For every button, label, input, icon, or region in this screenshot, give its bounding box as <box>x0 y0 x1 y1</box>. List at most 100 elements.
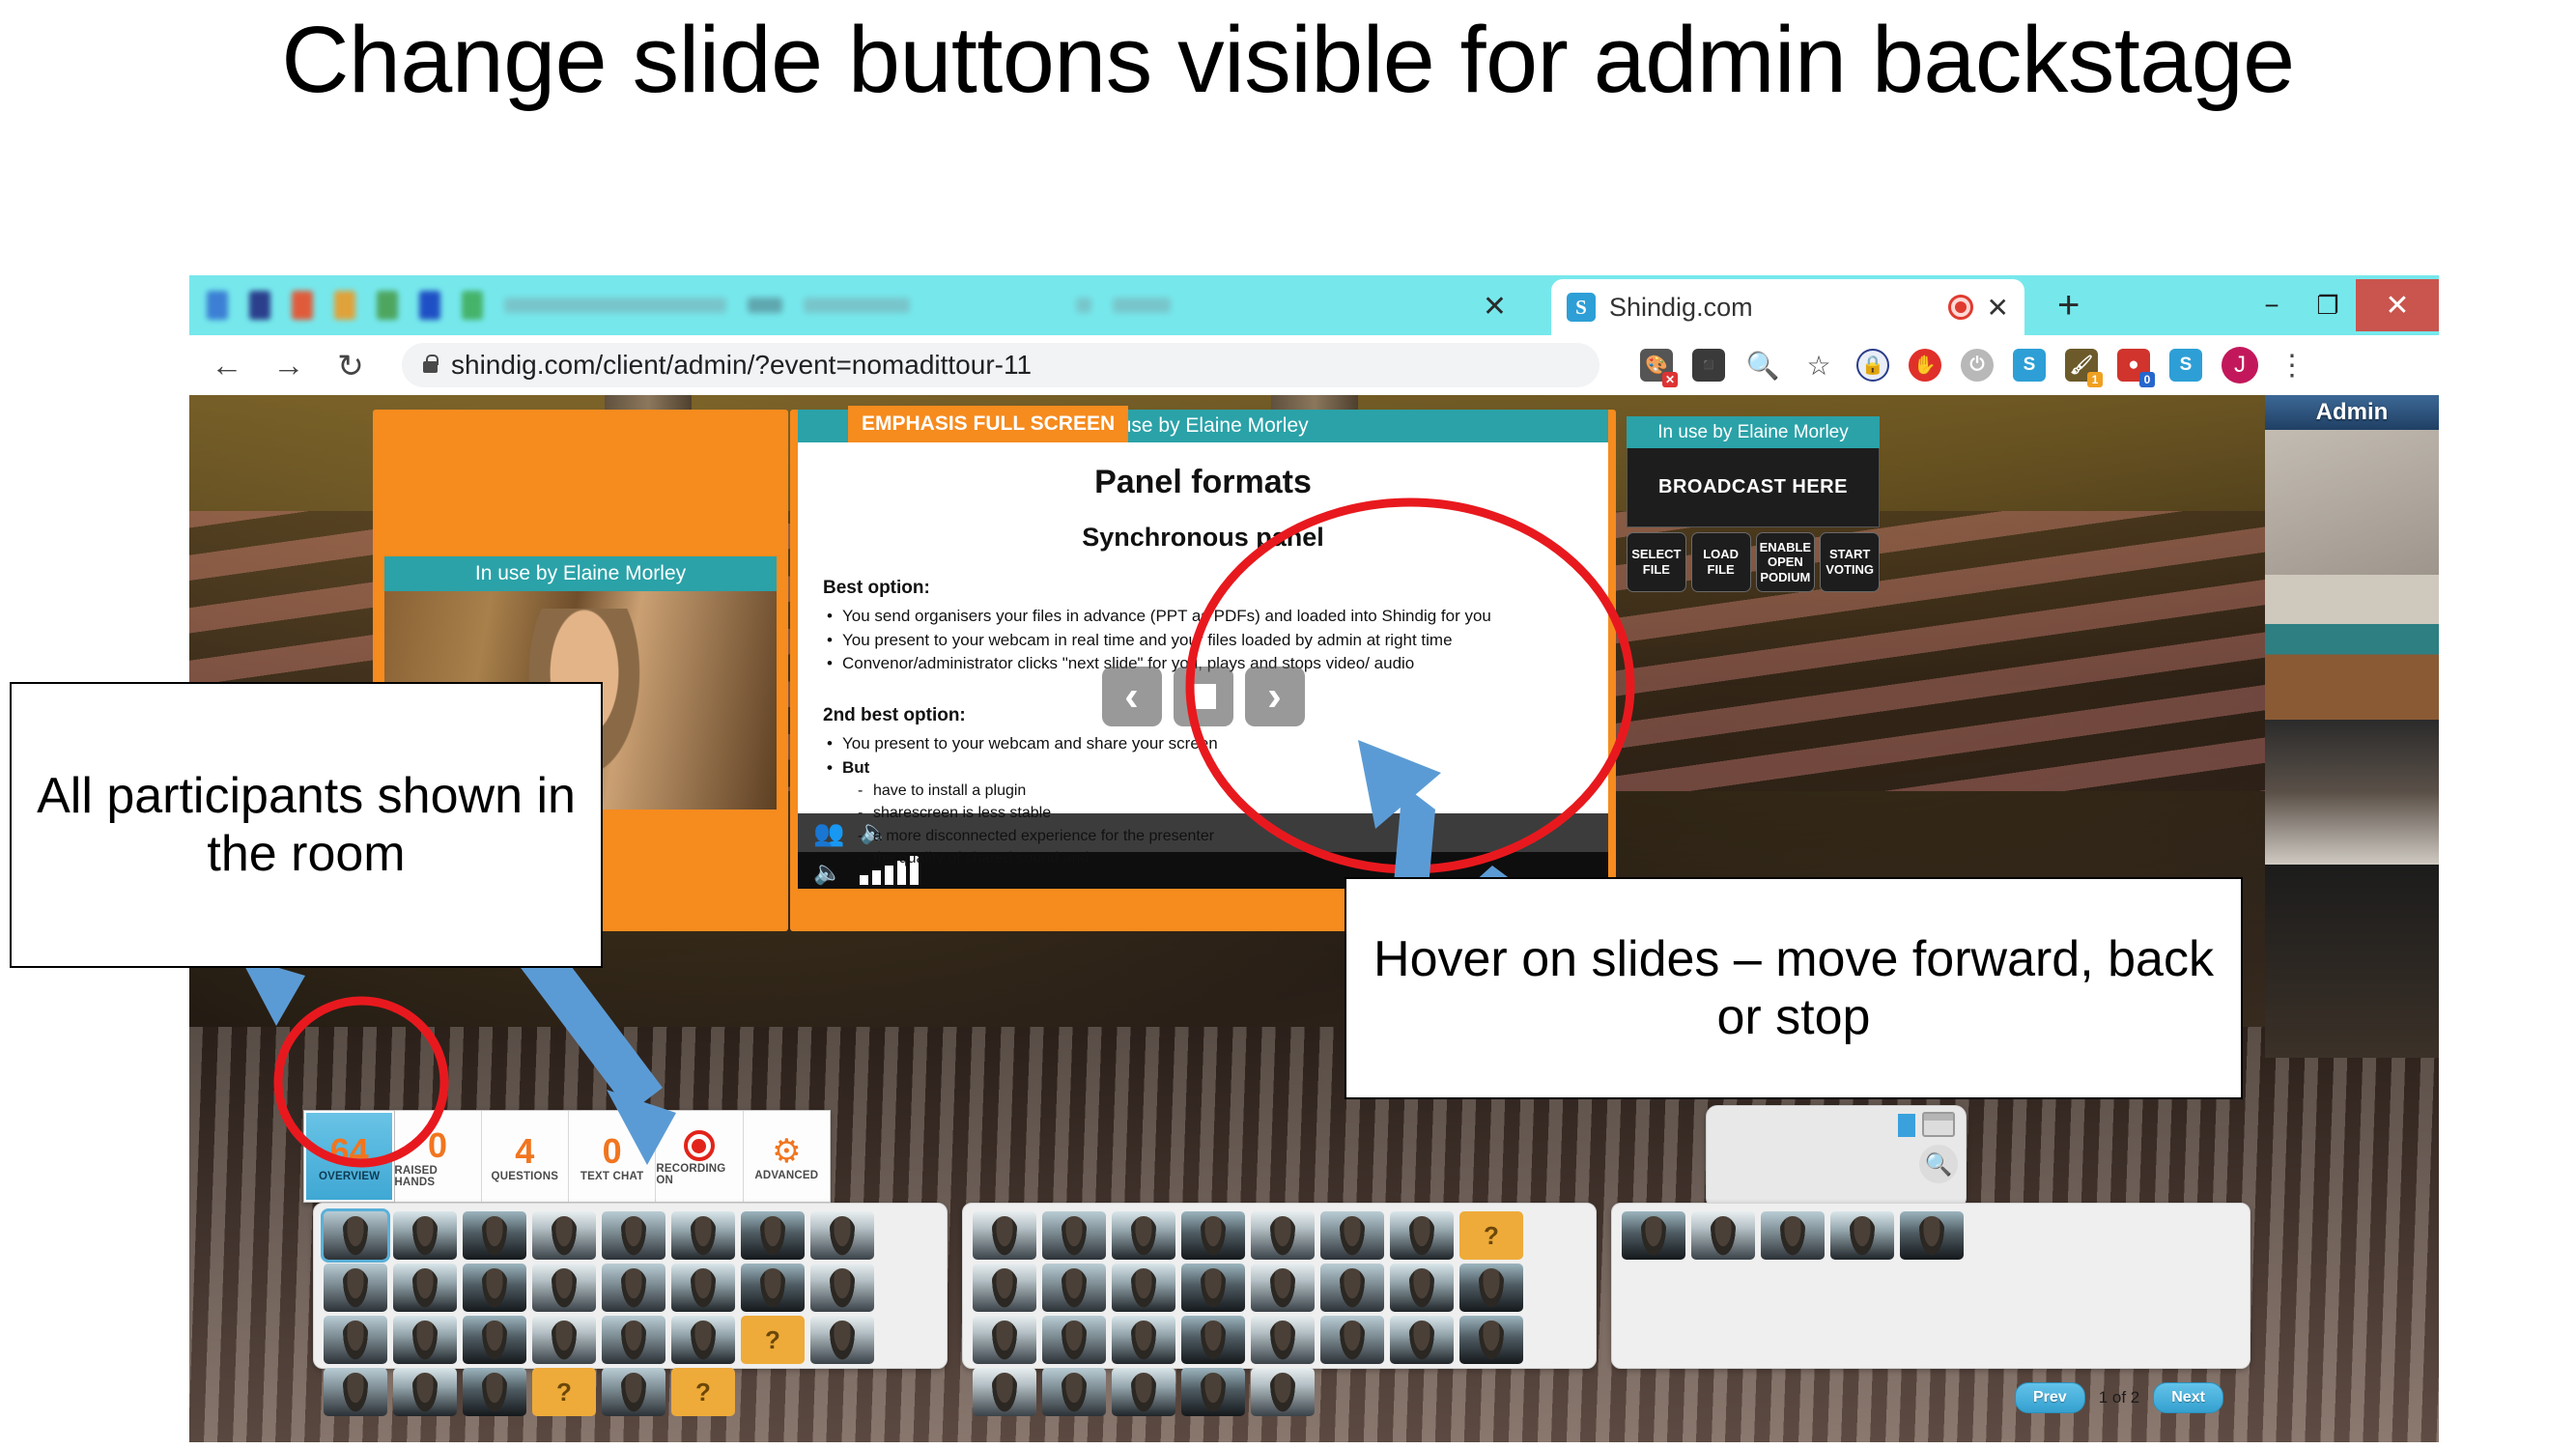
participant-thumbnail[interactable] <box>393 1316 457 1364</box>
participant-thumbnail[interactable] <box>602 1264 665 1312</box>
palette-icon[interactable]: 🎨 ✕ <box>1640 349 1678 387</box>
participant-thumbnail[interactable] <box>973 1264 1036 1312</box>
participant-thumbnail[interactable] <box>1042 1211 1106 1260</box>
participant-thumbnail[interactable] <box>1181 1316 1245 1364</box>
participant-thumbnail[interactable] <box>973 1368 1036 1416</box>
profile-avatar[interactable]: J <box>2222 347 2258 384</box>
participant-thumbnail[interactable] <box>1459 1316 1523 1364</box>
participant-thumbnail[interactable] <box>463 1316 526 1364</box>
tab-close-icon[interactable]: ✕ <box>1987 292 2009 324</box>
participant-thumbnail[interactable] <box>810 1211 874 1260</box>
participant-thumbnail[interactable] <box>1761 1211 1825 1260</box>
participant-thumbnail[interactable] <box>671 1316 735 1364</box>
prev-page-button[interactable]: Prev <box>2015 1382 2085 1413</box>
slide-stop-button[interactable] <box>1173 667 1233 726</box>
reload-icon[interactable]: ↻ <box>332 347 369 384</box>
participant-thumbnail[interactable] <box>1622 1211 1685 1260</box>
participant-thumbnail[interactable] <box>602 1211 665 1260</box>
toolbar-item-advanced[interactable]: ⚙ ADVANCED <box>744 1111 830 1202</box>
participant-thumbnail[interactable] <box>810 1316 874 1364</box>
next-page-button[interactable]: Next <box>2153 1382 2223 1413</box>
participant-thumbnail[interactable] <box>532 1264 596 1312</box>
enable-open-podium-button[interactable]: ENABLE OPEN PODIUM <box>1755 532 1816 592</box>
slide-content[interactable]: Panel formats Synchronous panel Best opt… <box>798 442 1608 869</box>
participant-group-1[interactable] <box>313 1203 948 1416</box>
participant-thumbnail[interactable] <box>1112 1368 1175 1416</box>
emphasis-full-screen-badge[interactable]: EMPHASIS FULL SCREEN <box>848 406 1129 442</box>
paint-extension-icon[interactable]: 🖌 1 <box>2065 349 2103 387</box>
shindig-extension-icon-2[interactable]: S <box>2169 349 2202 382</box>
participant-thumbnail[interactable] <box>1181 1264 1245 1312</box>
admin-video-tile[interactable] <box>2265 720 2439 865</box>
participant-thumbnail[interactable] <box>1181 1211 1245 1260</box>
admin-video-tile[interactable] <box>2265 575 2439 720</box>
participant-thumbnail[interactable] <box>1042 1316 1106 1364</box>
participant-group-3[interactable] <box>1611 1203 2250 1369</box>
participant-thumbnail[interactable] <box>532 1211 596 1260</box>
participant-thumbnail[interactable] <box>1112 1264 1175 1312</box>
participant-thumbnail[interactable] <box>1042 1264 1106 1312</box>
zoom-out-icon[interactable]: 🔍 <box>1744 350 1781 382</box>
select-file-button[interactable]: SELECT FILE <box>1627 532 1686 592</box>
shindig-extension-icon[interactable]: S <box>2013 349 2046 382</box>
back-icon[interactable]: ← <box>209 347 245 384</box>
broadcast-here-button[interactable]: BROADCAST HERE <box>1627 448 1880 527</box>
participant-thumbnail[interactable] <box>463 1211 526 1260</box>
participant-thumbnail[interactable] <box>1390 1316 1454 1364</box>
participant-thumbnail[interactable] <box>321 1208 390 1263</box>
participant-thumbnail[interactable] <box>1251 1316 1315 1364</box>
participant-group-2[interactable] <box>962 1203 1597 1416</box>
restore-button[interactable]: ❐ <box>2300 279 2356 331</box>
toolbar-item-questions[interactable]: 4 QUESTIONS <box>482 1111 569 1202</box>
participant-thumbnail[interactable] <box>324 1368 387 1416</box>
admin-video-tile[interactable] <box>2265 865 2439 1058</box>
slide-prev-button[interactable]: ‹ <box>1101 667 1162 726</box>
participant-thumbnail[interactable] <box>1042 1368 1106 1416</box>
mini-floating-panel[interactable]: 🔍 <box>1706 1105 1967 1209</box>
participant-thumbnail[interactable] <box>393 1368 457 1416</box>
toolbar-item-recording[interactable]: RECORDING ON <box>656 1111 744 1202</box>
minimize-button[interactable]: − <box>2244 279 2300 331</box>
participant-thumbnail[interactable] <box>741 1211 805 1260</box>
participant-thumbnail[interactable] <box>1320 1264 1384 1312</box>
participant-thumbnail[interactable] <box>1459 1264 1523 1312</box>
participant-thumbnail[interactable] <box>671 1211 735 1260</box>
slide-next-button[interactable]: › <box>1244 667 1305 726</box>
participant-thumbnail[interactable] <box>1830 1211 1894 1260</box>
participant-thumbnail[interactable] <box>324 1264 387 1312</box>
participant-thumbnail[interactable] <box>532 1316 596 1364</box>
participant-thumbnail[interactable] <box>671 1264 735 1312</box>
participant-thumbnail[interactable] <box>1459 1211 1523 1260</box>
participant-thumbnail[interactable] <box>1112 1211 1175 1260</box>
speaker-icon[interactable]: 🔈 <box>813 862 842 885</box>
participant-thumbnail[interactable] <box>393 1211 457 1260</box>
stop-extension-icon[interactable]: ✋ <box>1909 349 1941 382</box>
start-voting-button[interactable]: START VOTING <box>1820 532 1880 592</box>
participant-thumbnail[interactable] <box>1251 1264 1315 1312</box>
tab-shindig[interactable]: S Shindig.com ✕ <box>1551 279 2024 335</box>
participant-thumbnail[interactable] <box>393 1264 457 1312</box>
participant-thumbnail[interactable] <box>1320 1316 1384 1364</box>
tab-close-icon[interactable]: ✕ <box>1483 293 1507 322</box>
participant-thumbnail[interactable] <box>324 1316 387 1364</box>
participant-thumbnail[interactable] <box>741 1264 805 1312</box>
toolbar-item-text-chat[interactable]: 0 TEXT CHAT <box>569 1111 657 1202</box>
participant-thumbnail[interactable] <box>1691 1211 1755 1260</box>
window-close-button[interactable]: ✕ <box>2356 279 2439 331</box>
participant-thumbnail[interactable] <box>463 1368 526 1416</box>
participant-thumbnail[interactable] <box>671 1368 735 1416</box>
participant-thumbnail[interactable] <box>1390 1211 1454 1260</box>
participant-thumbnail[interactable] <box>1181 1368 1245 1416</box>
participant-thumbnail[interactable] <box>1251 1211 1315 1260</box>
participant-thumbnail[interactable] <box>1112 1316 1175 1364</box>
participant-thumbnail[interactable] <box>973 1316 1036 1364</box>
participant-thumbnail[interactable] <box>810 1264 874 1312</box>
power-extension-icon[interactable]: ⏻ <box>1961 349 1994 382</box>
record-extension-icon[interactable]: ● 0 <box>2117 349 2155 387</box>
participant-thumbnail[interactable] <box>602 1368 665 1416</box>
background-tab-group[interactable]: ✕ <box>189 275 1551 335</box>
participant-thumbnail[interactable] <box>1320 1211 1384 1260</box>
load-file-button[interactable]: LOAD FILE <box>1690 532 1751 592</box>
address-bar[interactable]: shindig.com/client/admin/?event=nomaditt… <box>402 343 1599 387</box>
participant-thumbnail[interactable] <box>1390 1264 1454 1312</box>
